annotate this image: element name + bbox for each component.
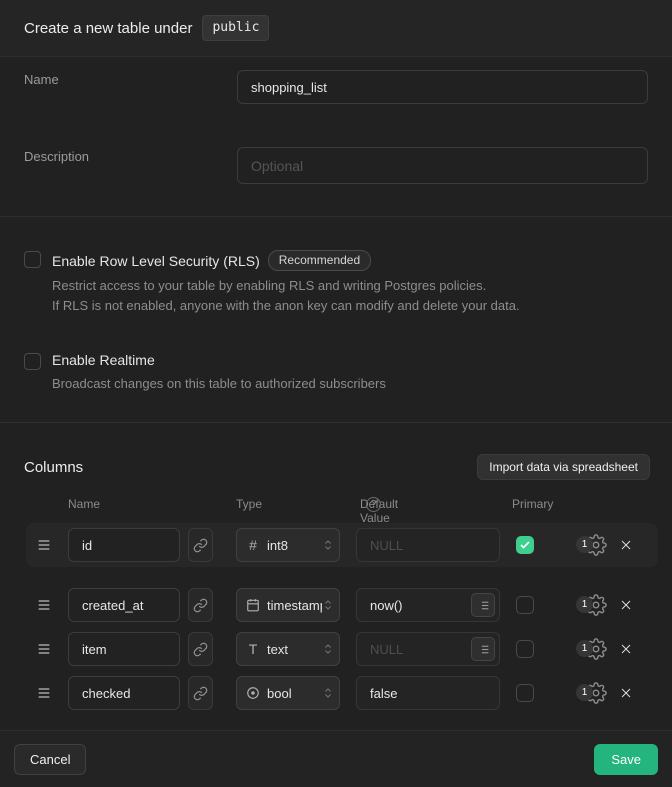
delete-column-button[interactable] (618, 641, 634, 657)
dialog-header: Create a new table under public (0, 0, 672, 57)
cancel-button[interactable]: Cancel (14, 744, 86, 775)
column-name-input[interactable] (68, 588, 180, 622)
type-select[interactable]: timestamptz (236, 588, 340, 622)
default-value-menu-icon[interactable] (471, 637, 495, 661)
help-icon[interactable]: ? (366, 497, 381, 512)
column-rows: # int8 1 (0, 523, 672, 715)
chevron-updown-icon (322, 643, 334, 655)
header-type: Type (236, 497, 262, 511)
dialog-title: Create a new table under (24, 20, 192, 37)
primary-checkbox[interactable] (516, 684, 534, 702)
drag-handle-icon[interactable] (36, 597, 52, 613)
delete-column-button[interactable] (618, 597, 634, 613)
column-settings-button[interactable]: 1 (576, 534, 610, 556)
table-name-input[interactable] (237, 70, 648, 104)
table-details-section: Name Description (0, 57, 672, 217)
rls-checkbox[interactable] (24, 251, 41, 268)
description-label: Description (24, 149, 89, 164)
recommended-badge: Recommended (268, 250, 371, 271)
chevron-updown-icon (322, 599, 334, 611)
column-settings-button[interactable]: 1 (576, 638, 610, 660)
column-row-created-at: timestamptz 1 (0, 583, 672, 627)
primary-checkbox[interactable] (516, 596, 534, 614)
realtime-checkbox[interactable] (24, 353, 41, 370)
column-settings-button[interactable]: 1 (576, 682, 610, 704)
chevron-updown-icon (322, 687, 334, 699)
header-primary: Primary (512, 497, 553, 511)
columns-title: Columns (24, 459, 83, 476)
column-name-input[interactable] (68, 676, 180, 710)
foreign-key-link-icon[interactable] (188, 528, 213, 562)
default-value-wrap (356, 632, 500, 666)
column-grid-headers: Name Type Default Value? Primary (0, 497, 672, 513)
drag-handle-icon[interactable] (36, 537, 52, 553)
type-value: int8 (267, 538, 322, 553)
rls-label: Enable Row Level Security (RLS) (52, 253, 260, 269)
type-select[interactable]: # int8 (236, 528, 340, 562)
settings-count-badge: 1 (576, 596, 593, 613)
text-type-icon: T (245, 641, 261, 657)
column-name-input[interactable] (68, 632, 180, 666)
type-select[interactable]: T text (236, 632, 340, 666)
column-row-checked: bool 1 (0, 671, 672, 715)
rls-description-line1: Restrict access to your table by enablin… (52, 278, 486, 293)
primary-checkbox[interactable] (516, 640, 534, 658)
table-options-section: Enable Row Level Security (RLS) Recommen… (0, 217, 672, 423)
default-value-wrap (356, 588, 500, 622)
realtime-label-row: Enable Realtime (52, 352, 155, 368)
foreign-key-link-icon[interactable] (188, 632, 213, 666)
primary-checkbox[interactable] (516, 536, 534, 554)
create-table-dialog: Create a new table under public Name Des… (0, 0, 672, 787)
import-spreadsheet-button[interactable]: Import data via spreadsheet (477, 454, 650, 480)
columns-section: Columns Import data via spreadsheet Name… (0, 423, 672, 731)
drag-handle-icon[interactable] (36, 641, 52, 657)
calendar-icon (245, 598, 261, 612)
column-settings-button[interactable]: 1 (576, 594, 610, 616)
column-row-id: # int8 1 (0, 523, 672, 567)
column-name-input[interactable] (68, 528, 180, 562)
dialog-footer: Cancel Save (0, 731, 672, 787)
type-select[interactable]: bool (236, 676, 340, 710)
default-value-input[interactable] (356, 528, 500, 562)
rls-description: Restrict access to your table by enablin… (52, 276, 520, 316)
type-value: text (267, 642, 322, 657)
table-description-input[interactable] (237, 147, 648, 184)
delete-column-button[interactable] (618, 537, 634, 553)
type-value: bool (267, 686, 322, 701)
save-button[interactable]: Save (594, 744, 658, 775)
realtime-description: Broadcast changes on this table to autho… (52, 374, 386, 394)
rls-description-line2: If RLS is not enabled, anyone with the a… (52, 298, 520, 313)
default-value-input[interactable] (356, 676, 500, 710)
column-row-item: T text 1 (0, 627, 672, 671)
default-value-wrap (356, 528, 500, 562)
chevron-updown-icon (322, 539, 334, 551)
columns-header: Columns Import data via spreadsheet (24, 454, 650, 480)
schema-badge: public (202, 15, 269, 41)
type-value: timestamptz (267, 598, 322, 613)
settings-count-badge: 1 (576, 684, 593, 701)
header-name: Name (68, 497, 100, 511)
name-label: Name (24, 72, 59, 87)
default-value-menu-icon[interactable] (471, 593, 495, 617)
settings-count-badge: 1 (576, 536, 593, 553)
settings-count-badge: 1 (576, 640, 593, 657)
foreign-key-link-icon[interactable] (188, 676, 213, 710)
rls-label-row: Enable Row Level Security (RLS) Recommen… (52, 250, 371, 271)
drag-handle-icon[interactable] (36, 685, 52, 701)
hash-icon: # (245, 537, 261, 553)
default-value-wrap (356, 676, 500, 710)
delete-column-button[interactable] (618, 685, 634, 701)
check-icon (519, 539, 531, 551)
foreign-key-link-icon[interactable] (188, 588, 213, 622)
realtime-label: Enable Realtime (52, 352, 155, 368)
boolean-icon (245, 686, 261, 700)
